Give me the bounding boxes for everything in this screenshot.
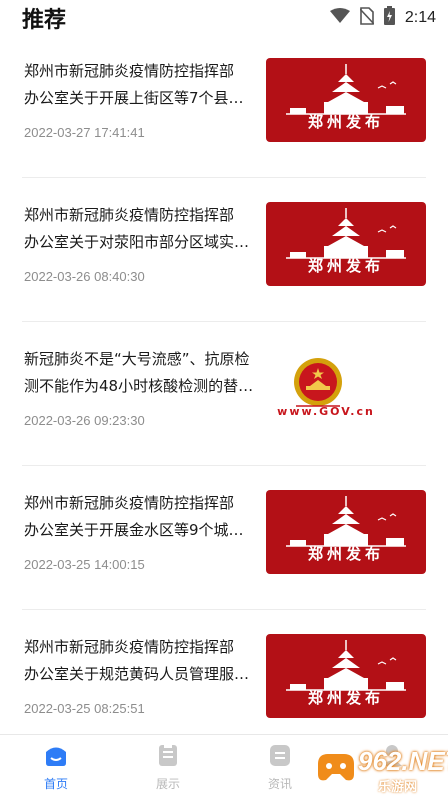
news-card[interactable]: 新冠肺炎不是“大号流感”、抗原检 测不能作为48小时核酸检测的替… 2022-0… bbox=[22, 322, 426, 466]
thumbnail-caption: 郑州发布 bbox=[307, 257, 384, 275]
tab-showcase[interactable]: 展示 bbox=[112, 735, 224, 797]
news-feed[interactable]: 郑州市新冠肺炎疫情防控指挥部 办公室关于开展上街区等7个县… 2022-03-2… bbox=[0, 34, 448, 734]
no-sim-icon bbox=[359, 6, 375, 29]
news-date: 2022-03-27 17:41:41 bbox=[24, 125, 145, 140]
zhengzhou-fabu-thumbnail[interactable]: 郑州发布 bbox=[266, 202, 426, 286]
thumbnail-caption: 郑州发布 bbox=[307, 113, 384, 131]
news-title-line: 郑州市新冠肺炎疫情防控指挥部 bbox=[24, 206, 235, 224]
zhengzhou-fabu-thumbnail[interactable]: 郑州发布 bbox=[266, 634, 426, 718]
home-icon bbox=[44, 743, 68, 767]
news-title-line: 办公室关于开展上街区等7个县… bbox=[24, 89, 244, 107]
news-title[interactable]: 郑州市新冠肺炎疫情防控指挥部 办公室关于开展上街区等7个县… bbox=[24, 58, 260, 112]
news-card[interactable]: 郑州市新冠肺炎疫情防控指挥部 办公室关于对荥阳市部分区域实… 2022-03-2… bbox=[22, 178, 426, 322]
news-date: 2022-03-26 08:40:30 bbox=[24, 269, 145, 284]
tab-home[interactable]: 首页 bbox=[0, 735, 112, 797]
thumbnail-caption: 郑州发布 bbox=[307, 689, 384, 707]
gov-emblem-thumbnail[interactable]: www.GOV.cn bbox=[266, 346, 426, 430]
news-card[interactable]: 郑州市新冠肺炎疫情防控指挥部 办公室关于开展上街区等7个县… 2022-03-2… bbox=[22, 34, 426, 178]
watermark-logo: 962.NET 乐游网 bbox=[308, 740, 448, 796]
watermark-brand: 962.NET bbox=[358, 746, 448, 776]
zhengzhou-fabu-thumbnail[interactable]: 郑州发布 bbox=[266, 490, 426, 574]
status-icons: 2:14 bbox=[329, 6, 436, 29]
news-title-line: 郑州市新冠肺炎疫情防控指挥部 bbox=[24, 494, 235, 512]
zhengzhou-fabu-thumbnail[interactable]: 郑州发布 bbox=[266, 58, 426, 142]
news-title-line: 郑州市新冠肺炎疫情防控指挥部 bbox=[24, 62, 235, 80]
page-title: 推荐 bbox=[22, 8, 67, 33]
status-bar: 推荐 2:14 bbox=[0, 0, 448, 34]
watermark-controller-icon bbox=[318, 754, 354, 781]
news-date: 2022-03-26 09:23:30 bbox=[24, 413, 145, 428]
document-icon bbox=[156, 743, 180, 767]
news-title-line: 新冠肺炎不是“大号流感”、抗原检 bbox=[24, 350, 250, 368]
news-title[interactable]: 新冠肺炎不是“大号流感”、抗原检 测不能作为48小时核酸检测的替… bbox=[24, 346, 260, 400]
news-title-line: 办公室关于对荥阳市部分区域实… bbox=[24, 233, 250, 251]
news-icon bbox=[268, 743, 292, 767]
gov-site-label: www.GOV.cn bbox=[277, 405, 375, 418]
news-title-line: 办公室关于规范黄码人员管理服… bbox=[24, 665, 250, 683]
news-title-line: 办公室关于开展金水区等9个城… bbox=[24, 521, 244, 539]
news-title[interactable]: 郑州市新冠肺炎疫情防控指挥部 办公室关于规范黄码人员管理服… bbox=[24, 634, 260, 688]
wifi-icon bbox=[329, 7, 350, 28]
news-title-line: 郑州市新冠肺炎疫情防控指挥部 bbox=[24, 638, 235, 656]
news-date: 2022-03-25 08:25:51 bbox=[24, 701, 145, 716]
watermark-subtitle: 乐游网 bbox=[378, 780, 418, 795]
battery-charging-icon bbox=[383, 6, 395, 29]
tab-label: 展示 bbox=[155, 777, 180, 791]
news-title-line: 测不能作为48小时核酸检测的替… bbox=[24, 377, 254, 395]
news-card[interactable]: 郑州市新冠肺炎疫情防控指挥部 办公室关于规范黄码人员管理服… 2022-03-2… bbox=[22, 610, 426, 734]
news-title[interactable]: 郑州市新冠肺炎疫情防控指挥部 办公室关于对荥阳市部分区域实… bbox=[24, 202, 260, 256]
news-card[interactable]: 郑州市新冠肺炎疫情防控指挥部 办公室关于开展金水区等9个城… 2022-03-2… bbox=[22, 466, 426, 610]
thumbnail-caption: 郑州发布 bbox=[307, 545, 384, 563]
news-date: 2022-03-25 14:00:15 bbox=[24, 557, 145, 572]
tab-label: 首页 bbox=[43, 777, 68, 791]
status-clock: 2:14 bbox=[404, 8, 436, 26]
news-title[interactable]: 郑州市新冠肺炎疫情防控指挥部 办公室关于开展金水区等9个城… bbox=[24, 490, 260, 544]
